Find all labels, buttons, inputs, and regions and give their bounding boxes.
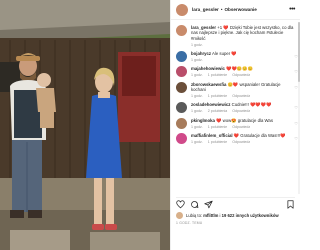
comment-likes[interactable]: 1 polubienie [208, 94, 227, 98]
comments-list[interactable]: lara_gessler +1 ❤️ Dzięki Tobie jest wsz… [171, 22, 301, 194]
reply-button[interactable]: Odpowiedz [232, 94, 250, 98]
photo-illustration [0, 0, 170, 250]
comment-age: 1 godz. [191, 124, 203, 129]
comment-age: 1 godz. [191, 109, 203, 114]
post-photo[interactable] [0, 0, 170, 250]
comments-scrollbar[interactable] [298, 22, 300, 194]
comment-text: ❤️ Gratulacje dla Was!!!❤️ [233, 133, 286, 139]
comment-text: Ale super ❤️ [212, 51, 237, 57]
commenter-avatar[interactable] [176, 81, 187, 93]
commenter-avatar[interactable] [176, 133, 187, 145]
likes-count[interactable]: 19 622 innych użytkowników [222, 213, 279, 218]
commenter-avatar[interactable] [176, 51, 187, 63]
comment-age: 1 godz. [191, 58, 203, 63]
post-side-panel: lara_gessler • Obserwowanie ••• lara_ges… [170, 0, 300, 250]
comment-likes[interactable]: 2 polubienia [208, 109, 227, 113]
comment-age: 1 godz. [191, 73, 203, 78]
commenter-avatar[interactable] [176, 102, 187, 114]
likes-prefix: Lubią to: [186, 213, 203, 218]
comment-item: pkinglmoka ❤️ wow😍 gratulacje dla Was 1 … [171, 115, 301, 130]
post-date: 1 GODZ. TEMU [176, 221, 203, 225]
reply-button[interactable]: Odpowiedz [232, 109, 250, 113]
likes-summary[interactable]: Lubią to: mflittlm i 19 622 innych użytk… [176, 212, 295, 219]
liker-avatar [176, 212, 183, 219]
post-header: lara_gessler • Obserwowanie ••• [171, 0, 300, 20]
likes-mid: i [219, 213, 221, 218]
post-actions [176, 197, 295, 211]
comment-item: zborowskaewsfia 😊❤️ wspaniale! Gratulacj… [171, 79, 301, 100]
comment-age: 1 godz. [191, 94, 203, 99]
author-avatar[interactable] [176, 3, 188, 16]
commenter-username[interactable]: maffiafinlem_official [191, 133, 233, 138]
heart-icon[interactable] [176, 200, 185, 209]
separator-dot: • [220, 7, 223, 12]
following-button[interactable]: Obserwowanie [224, 7, 256, 12]
reply-button[interactable]: Odpowiedz [232, 140, 250, 144]
comment-likes[interactable]: 1 polubienie [208, 73, 227, 77]
caption-username[interactable]: lara_gessler [191, 25, 216, 30]
comment-text: ❤️❤️😊😊😊 [226, 66, 253, 72]
comment-icon[interactable] [190, 200, 199, 209]
commenter-username[interactable]: zosladehoewiewicz [191, 102, 230, 107]
commenter-avatar[interactable] [176, 117, 187, 129]
comment-age: 1 godz. [191, 140, 203, 144]
commenter-username[interactable]: pkinglmoka [191, 118, 215, 123]
scrollbar-thumb[interactable] [298, 22, 300, 82]
caption-age: 1 godz. [191, 42, 203, 47]
comment-item: bojahrycz Ale super ❤️ 1 godz. ♡ [171, 48, 301, 63]
bookmark-icon[interactable] [286, 200, 295, 209]
more-icon[interactable]: ••• [289, 6, 295, 13]
share-icon[interactable] [204, 200, 213, 209]
caption-prefix: +1 [217, 25, 223, 30]
commenter-username[interactable]: bojahrycz [191, 51, 211, 56]
author-username[interactable]: lara_gessler [192, 7, 219, 12]
commenter-avatar[interactable] [176, 66, 187, 78]
reply-button[interactable]: Odpowiedz [232, 125, 250, 129]
reply-button[interactable]: Odpowiedz [232, 73, 250, 77]
caption-item: lara_gessler +1 ❤️ Dzięki Tobie jest wsz… [171, 22, 301, 48]
comment-likes[interactable]: 1 polubienie [208, 140, 227, 144]
comment-likes[interactable]: 1 polubienie [208, 125, 227, 129]
commenter-username[interactable]: majahehowiewic [191, 66, 225, 71]
comment-item: zosladehoewiewicz Cudnie!!! ❤️❤️❤️❤️ 1 g… [171, 99, 301, 114]
commenter-username[interactable]: zborowskaewsfia [191, 82, 226, 87]
comment-text: ❤️ wow😍 gratulacje dla Was [216, 117, 273, 123]
comment-item: majahehowiewic ❤️❤️😊😊😊 1 godz. 1 polubie… [171, 63, 301, 78]
comment-text: Cudnie!!! ❤️❤️❤️❤️ [231, 102, 272, 108]
comment-item: maffiafinlem_official ❤️ Gratulacje dla … [171, 130, 301, 145]
likes-user[interactable]: mflittlm [203, 213, 218, 218]
caption-avatar[interactable] [176, 25, 187, 36]
